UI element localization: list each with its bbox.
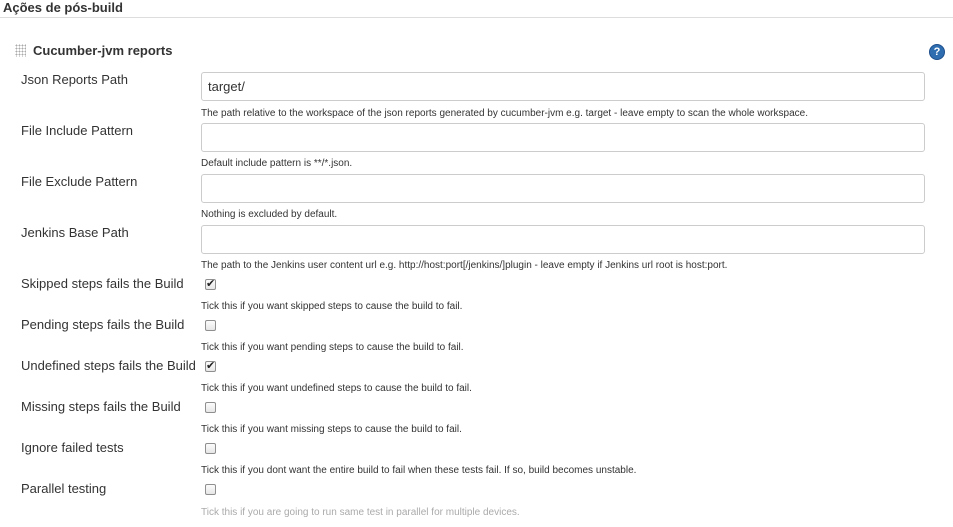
jenkins-base-path-description: The path to the Jenkins user content url… — [201, 260, 728, 271]
ignore-failed-tests-label: Ignore failed tests — [21, 440, 124, 455]
file-exclude-pattern-input[interactable] — [201, 174, 925, 203]
drag-handle-icon[interactable] — [15, 44, 26, 57]
ignore-failed-tests-description: Tick this if you dont want the entire bu… — [201, 465, 637, 476]
pending-steps-description: Tick this if you want pending steps to c… — [201, 342, 464, 353]
file-exclude-pattern-label: File Exclude Pattern — [21, 174, 138, 189]
missing-steps-label: Missing steps fails the Build — [21, 399, 181, 414]
json-reports-path-description: The path relative to the workspace of th… — [201, 108, 808, 119]
file-include-pattern-input[interactable] — [201, 123, 925, 152]
skipped-steps-checkbox[interactable]: ✔ — [205, 278, 216, 290]
checkmark-icon: ✔ — [206, 360, 216, 372]
pending-steps-label: Pending steps fails the Build — [21, 317, 185, 332]
skipped-steps-label: Skipped steps fails the Build — [21, 276, 184, 291]
undefined-steps-label: Undefined steps fails the Build — [21, 358, 196, 373]
block-title: Cucumber-jvm reports — [33, 43, 173, 58]
file-include-pattern-label: File Include Pattern — [21, 123, 134, 138]
ignore-failed-tests-checkbox[interactable]: ✔ — [205, 443, 216, 454]
file-exclude-pattern-description: Nothing is excluded by default. — [201, 209, 338, 220]
file-include-pattern-description: Default include pattern is **/*.json. — [201, 158, 353, 169]
jenkins-base-path-input[interactable] — [201, 225, 925, 254]
jenkins-base-path-label: Jenkins Base Path — [21, 225, 129, 240]
undefined-steps-description: Tick this if you want undefined steps to… — [201, 383, 472, 394]
section-divider — [0, 17, 953, 18]
checkmark-icon: ✔ — [206, 278, 216, 290]
json-reports-path-label: Json Reports Path — [21, 72, 128, 87]
missing-steps-description: Tick this if you want missing steps to c… — [201, 424, 462, 435]
undefined-steps-checkbox[interactable]: ✔ — [205, 360, 216, 372]
parallel-testing-checkbox[interactable]: ✔ — [205, 484, 216, 495]
parallel-testing-description: Tick this if you are going to run same t… — [201, 507, 520, 518]
pending-steps-checkbox[interactable]: ✔ — [205, 320, 216, 331]
section-title: Ações de pós-build — [3, 0, 123, 15]
missing-steps-checkbox[interactable]: ✔ — [205, 402, 216, 413]
help-icon[interactable]: ? — [929, 44, 945, 60]
json-reports-path-input[interactable] — [201, 72, 925, 101]
skipped-steps-description: Tick this if you want skipped steps to c… — [201, 301, 463, 312]
parallel-testing-label: Parallel testing — [21, 481, 107, 496]
